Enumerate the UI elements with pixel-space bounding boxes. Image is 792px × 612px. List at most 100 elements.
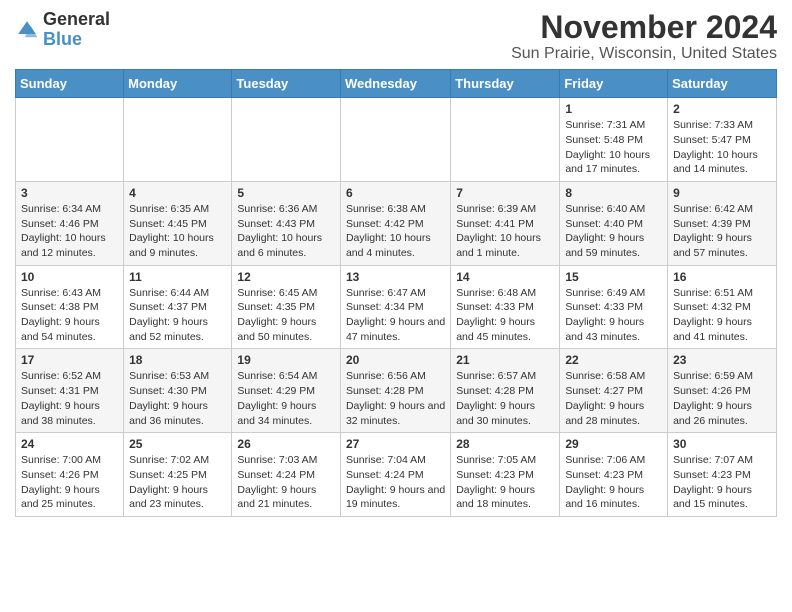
- calendar-cell: 12 Sunrise: 6:45 AMSunset: 4:35 PMDayligh…: [232, 265, 341, 349]
- day-info: Sunrise: 6:53 AMSunset: 4:30 PMDaylight:…: [129, 369, 226, 428]
- day-number: 29: [565, 437, 662, 451]
- day-info: Sunrise: 6:52 AMSunset: 4:31 PMDaylight:…: [21, 369, 118, 428]
- day-number: 11: [129, 270, 226, 284]
- calendar-cell: 28 Sunrise: 7:05 AMSunset: 4:23 PMDayligh…: [451, 433, 560, 517]
- day-number: 10: [21, 270, 118, 284]
- calendar-cell: 20 Sunrise: 6:56 AMSunset: 4:28 PMDayligh…: [340, 349, 450, 433]
- calendar-cell: 10 Sunrise: 6:43 AMSunset: 4:38 PMDayligh…: [16, 265, 124, 349]
- day-number: 22: [565, 353, 662, 367]
- day-number: 2: [673, 102, 771, 116]
- logo-blue: Blue: [43, 29, 82, 49]
- calendar-header-row: Sunday Monday Tuesday Wednesday Thursday…: [16, 70, 777, 98]
- day-number: 9: [673, 186, 771, 200]
- calendar-cell: [124, 98, 232, 182]
- calendar-cell: 7 Sunrise: 6:39 AMSunset: 4:41 PMDaylight…: [451, 181, 560, 265]
- col-thursday: Thursday: [451, 70, 560, 98]
- calendar-cell: 29 Sunrise: 7:06 AMSunset: 4:23 PMDayligh…: [560, 433, 668, 517]
- calendar-cell: [16, 98, 124, 182]
- calendar-cell: 6 Sunrise: 6:38 AMSunset: 4:42 PMDaylight…: [340, 181, 450, 265]
- day-info: Sunrise: 7:02 AMSunset: 4:25 PMDaylight:…: [129, 453, 226, 512]
- col-saturday: Saturday: [668, 70, 777, 98]
- day-info: Sunrise: 6:38 AMSunset: 4:42 PMDaylight:…: [346, 202, 445, 261]
- day-number: 8: [565, 186, 662, 200]
- calendar-cell: 14 Sunrise: 6:48 AMSunset: 4:33 PMDayligh…: [451, 265, 560, 349]
- logo-general: General: [43, 9, 110, 29]
- logo: General Blue: [15, 10, 110, 50]
- day-number: 13: [346, 270, 445, 284]
- calendar-cell: 4 Sunrise: 6:35 AMSunset: 4:45 PMDaylight…: [124, 181, 232, 265]
- col-friday: Friday: [560, 70, 668, 98]
- calendar-cell: [451, 98, 560, 182]
- calendar-cell: 24 Sunrise: 7:00 AMSunset: 4:26 PMDayligh…: [16, 433, 124, 517]
- day-number: 1: [565, 102, 662, 116]
- day-info: Sunrise: 6:45 AMSunset: 4:35 PMDaylight:…: [237, 286, 335, 345]
- day-number: 21: [456, 353, 554, 367]
- day-number: 12: [237, 270, 335, 284]
- day-number: 18: [129, 353, 226, 367]
- col-monday: Monday: [124, 70, 232, 98]
- day-info: Sunrise: 7:00 AMSunset: 4:26 PMDaylight:…: [21, 453, 118, 512]
- day-number: 20: [346, 353, 445, 367]
- day-info: Sunrise: 7:04 AMSunset: 4:24 PMDaylight:…: [346, 453, 445, 512]
- day-number: 17: [21, 353, 118, 367]
- day-info: Sunrise: 7:06 AMSunset: 4:23 PMDaylight:…: [565, 453, 662, 512]
- title-block: November 2024 Sun Prairie, Wisconsin, Un…: [511, 10, 777, 63]
- calendar-cell: 8Sunrise: 6:40 AMSunset: 4:40 PMDaylight…: [560, 181, 668, 265]
- day-number: 24: [21, 437, 118, 451]
- col-tuesday: Tuesday: [232, 70, 341, 98]
- calendar-cell: [340, 98, 450, 182]
- calendar-cell: 17 Sunrise: 6:52 AMSunset: 4:31 PMDayligh…: [16, 349, 124, 433]
- day-number: 14: [456, 270, 554, 284]
- day-info: Sunrise: 6:42 AMSunset: 4:39 PMDaylight:…: [673, 202, 771, 261]
- day-number: 5: [237, 186, 335, 200]
- calendar-cell: 18 Sunrise: 6:53 AMSunset: 4:30 PMDayligh…: [124, 349, 232, 433]
- calendar-cell: 19Sunrise: 6:54 AMSunset: 4:29 PMDayligh…: [232, 349, 341, 433]
- col-wednesday: Wednesday: [340, 70, 450, 98]
- day-number: 6: [346, 186, 445, 200]
- day-number: 16: [673, 270, 771, 284]
- day-info: Sunrise: 6:43 AMSunset: 4:38 PMDaylight:…: [21, 286, 118, 345]
- day-info: Sunrise: 7:07 AMSunset: 4:23 PMDaylight:…: [673, 453, 771, 512]
- day-info: Sunrise: 6:59 AMSunset: 4:26 PMDaylight:…: [673, 369, 771, 428]
- day-info: Sunrise: 6:47 AMSunset: 4:34 PMDaylight:…: [346, 286, 445, 345]
- day-number: 25: [129, 437, 226, 451]
- day-info: Sunrise: 6:49 AMSunset: 4:33 PMDaylight:…: [565, 286, 662, 345]
- day-info: Sunrise: 6:36 AMSunset: 4:43 PMDaylight:…: [237, 202, 335, 261]
- day-info: Sunrise: 6:51 AMSunset: 4:32 PMDaylight:…: [673, 286, 771, 345]
- calendar-cell: 26Sunrise: 7:03 AMSunset: 4:24 PMDayligh…: [232, 433, 341, 517]
- calendar-cell: 1 Sunrise: 7:31 AMSunset: 5:48 PMDaylight…: [560, 98, 668, 182]
- day-number: 7: [456, 186, 554, 200]
- day-info: Sunrise: 6:39 AMSunset: 4:41 PMDaylight:…: [456, 202, 554, 261]
- subtitle: Sun Prairie, Wisconsin, United States: [511, 45, 777, 63]
- calendar-cell: 27 Sunrise: 7:04 AMSunset: 4:24 PMDayligh…: [340, 433, 450, 517]
- day-info: Sunrise: 6:35 AMSunset: 4:45 PMDaylight:…: [129, 202, 226, 261]
- calendar-cell: 2 Sunrise: 7:33 AMSunset: 5:47 PMDaylight…: [668, 98, 777, 182]
- calendar-cell: 16 Sunrise: 6:51 AMSunset: 4:32 PMDayligh…: [668, 265, 777, 349]
- day-info: Sunrise: 6:56 AMSunset: 4:28 PMDaylight:…: [346, 369, 445, 428]
- calendar-week-1: 3Sunrise: 6:34 AMSunset: 4:46 PMDaylight…: [16, 181, 777, 265]
- calendar-cell: 15 Sunrise: 6:49 AMSunset: 4:33 PMDayligh…: [560, 265, 668, 349]
- calendar-cell: 30Sunrise: 7:07 AMSunset: 4:23 PMDayligh…: [668, 433, 777, 517]
- day-info: Sunrise: 6:58 AMSunset: 4:27 PMDaylight:…: [565, 369, 662, 428]
- calendar-week-3: 17 Sunrise: 6:52 AMSunset: 4:31 PMDayligh…: [16, 349, 777, 433]
- calendar-week-2: 10 Sunrise: 6:43 AMSunset: 4:38 PMDayligh…: [16, 265, 777, 349]
- day-number: 3: [21, 186, 118, 200]
- calendar-week-4: 24 Sunrise: 7:00 AMSunset: 4:26 PMDayligh…: [16, 433, 777, 517]
- day-number: 28: [456, 437, 554, 451]
- day-info: Sunrise: 6:44 AMSunset: 4:37 PMDaylight:…: [129, 286, 226, 345]
- day-number: 4: [129, 186, 226, 200]
- day-number: 15: [565, 270, 662, 284]
- day-info: Sunrise: 7:31 AMSunset: 5:48 PMDaylight:…: [565, 118, 662, 177]
- day-number: 27: [346, 437, 445, 451]
- day-info: Sunrise: 7:33 AMSunset: 5:47 PMDaylight:…: [673, 118, 771, 177]
- calendar-cell: 5 Sunrise: 6:36 AMSunset: 4:43 PMDaylight…: [232, 181, 341, 265]
- col-sunday: Sunday: [16, 70, 124, 98]
- calendar-cell: 25 Sunrise: 7:02 AMSunset: 4:25 PMDayligh…: [124, 433, 232, 517]
- page-header: General Blue November 2024 Sun Prairie, …: [15, 10, 777, 63]
- calendar-cell: 13 Sunrise: 6:47 AMSunset: 4:34 PMDayligh…: [340, 265, 450, 349]
- calendar-cell: [232, 98, 341, 182]
- day-info: Sunrise: 6:48 AMSunset: 4:33 PMDaylight:…: [456, 286, 554, 345]
- day-info: Sunrise: 7:05 AMSunset: 4:23 PMDaylight:…: [456, 453, 554, 512]
- calendar-cell: 3Sunrise: 6:34 AMSunset: 4:46 PMDaylight…: [16, 181, 124, 265]
- calendar-cell: 9 Sunrise: 6:42 AMSunset: 4:39 PMDaylight…: [668, 181, 777, 265]
